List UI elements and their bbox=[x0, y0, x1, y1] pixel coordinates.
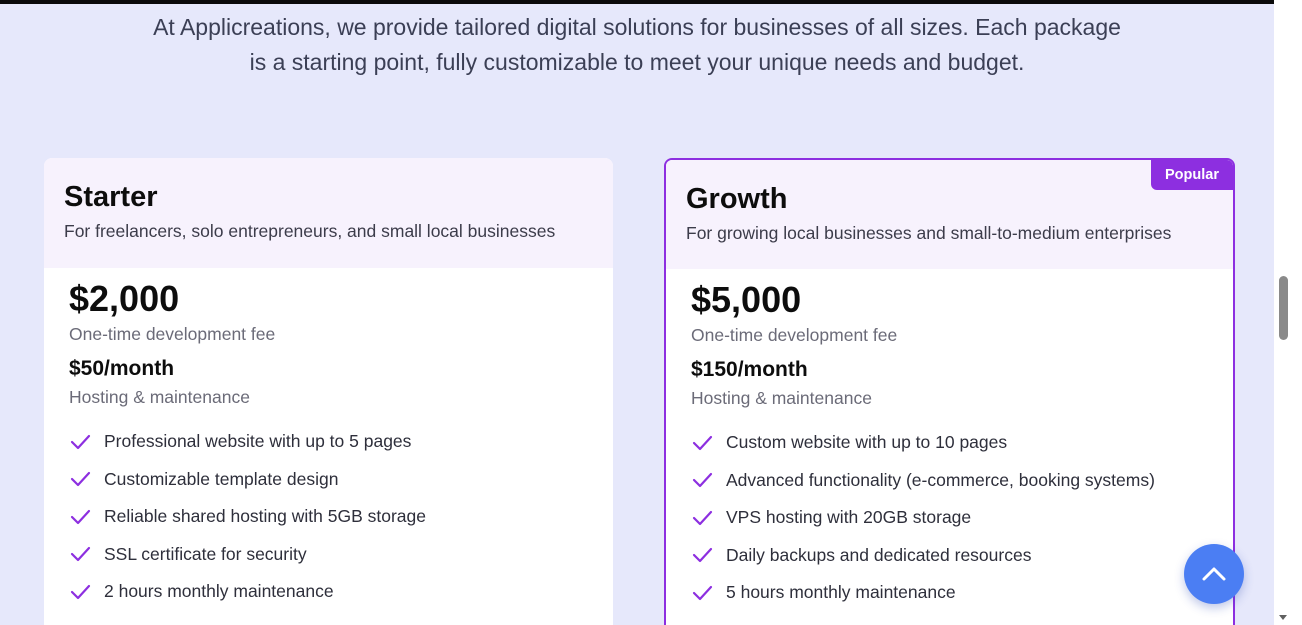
card-body: $5,000 One-time development fee $150/mon… bbox=[666, 269, 1233, 612]
check-icon bbox=[70, 547, 91, 562]
feature-item: VPS hosting with 20GB storage bbox=[691, 499, 1208, 537]
feature-text: VPS hosting with 20GB storage bbox=[726, 507, 972, 528]
feature-list: Professional website with up to 5 pages … bbox=[69, 423, 588, 611]
feature-item: Professional website with up to 5 pages bbox=[69, 423, 588, 461]
price-note: One-time development fee bbox=[69, 324, 276, 344]
plan-title: Starter bbox=[64, 181, 158, 213]
feature-text: 5 hours monthly maintenance bbox=[726, 582, 956, 603]
feature-text: Custom website with up to 10 pages bbox=[726, 432, 1008, 453]
monthly-price: $50/month bbox=[69, 357, 175, 380]
feature-item: Custom website with up to 10 pages bbox=[691, 424, 1208, 462]
plan-price: $5,000 bbox=[691, 279, 802, 320]
check-icon bbox=[692, 585, 713, 600]
card-header: Growth For growing local businesses and … bbox=[666, 160, 1233, 269]
monthly-note: Hosting & maintenance bbox=[691, 388, 872, 408]
check-icon bbox=[692, 510, 713, 525]
feature-text: Customizable template design bbox=[104, 468, 339, 489]
scrollbar-thumb[interactable] bbox=[1279, 276, 1288, 340]
scroll-down-arrow-icon[interactable] bbox=[1278, 612, 1288, 622]
plan-title: Growth bbox=[686, 183, 788, 215]
plan-subtitle: For growing local businesses and small-t… bbox=[686, 223, 1172, 243]
pricing-card-growth: Popular Growth For growing local busines… bbox=[664, 158, 1235, 625]
intro-text: At Applicreations, we provide tailored d… bbox=[0, 10, 1274, 80]
feature-text: Reliable shared hosting with 5GB storage bbox=[104, 506, 426, 527]
intro-line-2: is a starting point, fully customizable … bbox=[249, 49, 1025, 75]
price-note: One-time development fee bbox=[691, 325, 898, 345]
feature-item: 2 hours monthly maintenance bbox=[69, 573, 588, 611]
plan-subtitle: For freelancers, solo entrepreneurs, and… bbox=[64, 221, 556, 241]
popular-badge: Popular bbox=[1151, 160, 1233, 190]
check-icon bbox=[692, 548, 713, 563]
feature-text: SSL certificate for security bbox=[104, 543, 307, 564]
scrollbar[interactable] bbox=[1274, 0, 1302, 625]
monthly-price: $150/month bbox=[691, 358, 808, 381]
check-icon bbox=[70, 584, 91, 599]
feature-item: Reliable shared hosting with 5GB storage bbox=[69, 498, 588, 536]
monthly-note: Hosting & maintenance bbox=[69, 387, 250, 407]
plan-price: $2,000 bbox=[69, 278, 180, 319]
pricing-card-starter: Starter For freelancers, solo entreprene… bbox=[44, 158, 613, 625]
feature-item: Advanced functionality (e-commerce, book… bbox=[691, 462, 1208, 500]
feature-item: 5 hours monthly maintenance bbox=[691, 574, 1208, 612]
feature-text: 2 hours monthly maintenance bbox=[104, 581, 334, 602]
chevron-up-icon bbox=[1202, 567, 1226, 581]
feature-text: Daily backups and dedicated resources bbox=[726, 544, 1032, 565]
feature-item: Customizable template design bbox=[69, 461, 588, 499]
feature-text: Professional website with up to 5 pages bbox=[104, 431, 412, 452]
check-icon bbox=[70, 472, 91, 487]
check-icon bbox=[70, 434, 91, 449]
feature-item: Daily backups and dedicated resources bbox=[691, 537, 1208, 575]
scroll-to-top-button[interactable] bbox=[1184, 544, 1244, 604]
feature-item: SSL certificate for security bbox=[69, 536, 588, 574]
card-body: $2,000 One-time development fee $50/mont… bbox=[44, 268, 613, 611]
top-border bbox=[0, 0, 1274, 4]
check-icon bbox=[692, 435, 713, 450]
check-icon bbox=[70, 509, 91, 524]
feature-list: Custom website with up to 10 pages Advan… bbox=[691, 424, 1208, 612]
check-icon bbox=[692, 473, 713, 488]
card-header: Starter For freelancers, solo entreprene… bbox=[44, 158, 613, 268]
intro-line-1: At Applicreations, we provide tailored d… bbox=[153, 14, 1121, 40]
feature-text: Advanced functionality (e-commerce, book… bbox=[726, 469, 1155, 490]
